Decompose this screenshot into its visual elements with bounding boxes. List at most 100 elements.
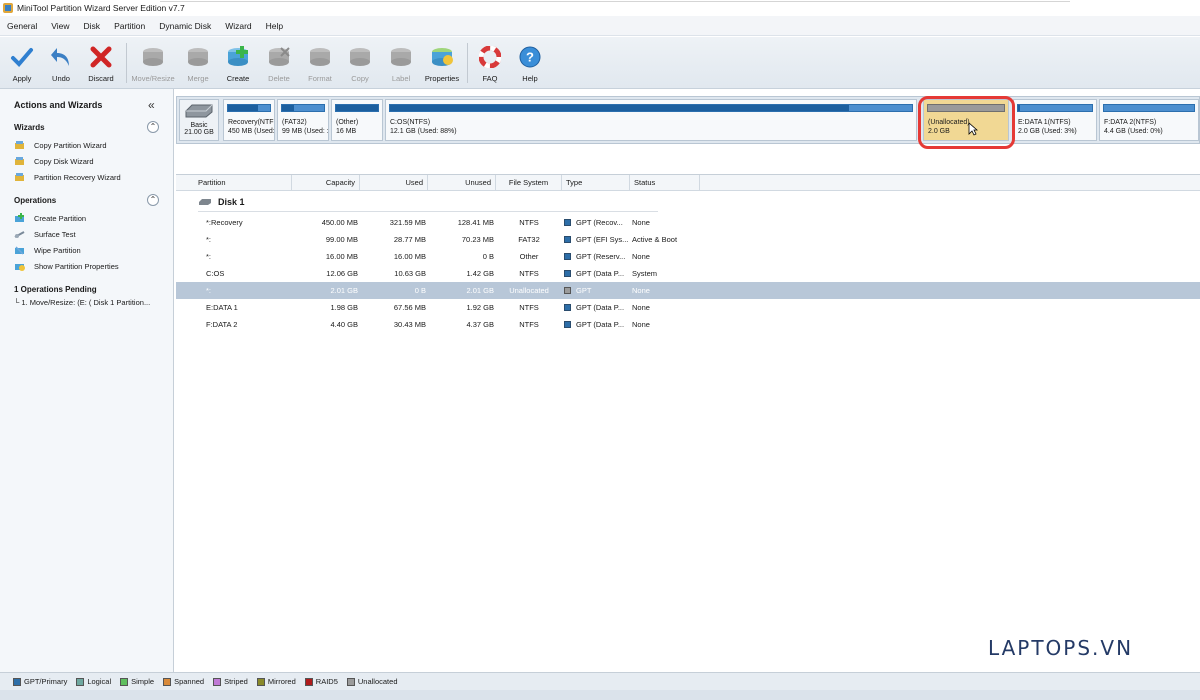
table-row[interactable]: E:DATA 1 1.98 GB 67.56 MB 1.92 GB NTFS G… <box>176 299 1200 316</box>
disk-type: Basic <box>190 122 208 129</box>
cell-file-system: FAT32 <box>518 235 540 244</box>
sidebar-item-wipe-partition[interactable]: Wipe Partition <box>14 244 81 256</box>
discard-label: Discard <box>88 74 114 83</box>
move-resize-button[interactable]: Move/Resize <box>131 43 175 83</box>
pending-operation-text: 1. Move/Resize: (E: ( Disk 1 Partition..… <box>21 298 151 307</box>
sidebar-item-copy-disk-wizard[interactable]: Copy Disk Wizard <box>14 155 94 167</box>
gpt-type-swatch <box>564 219 571 226</box>
menu-general[interactable]: General <box>0 21 44 31</box>
cell-capacity: 99.00 MB <box>325 235 358 244</box>
partition-usage-bar <box>1103 104 1195 112</box>
cell-capacity: 1.98 GB <box>330 303 358 312</box>
table-row[interactable]: *: 99.00 MB 28.77 MB 70.23 MB FAT32 GPT … <box>176 231 1200 248</box>
partition-name: E:DATA 1(NTFS) <box>1018 119 1071 126</box>
partition-detail: 99 MB (Used: : <box>282 128 329 135</box>
cell-status: None <box>632 218 650 227</box>
pending-operation-item[interactable]: └ 1. Move/Resize: (E: ( Disk 1 Partition… <box>14 298 150 307</box>
wizards-collapse-button[interactable]: ⌃ <box>147 121 159 133</box>
menu-partition[interactable]: Partition <box>107 21 152 31</box>
column-header-unused[interactable]: Unused <box>428 175 496 191</box>
cell-capacity: 2.01 GB <box>330 286 358 295</box>
partition-block-recovery[interactable]: Recovery(NTF 450 MB (Used: <box>223 99 275 141</box>
partition-name: Recovery(NTF <box>228 119 274 126</box>
window-bottom-edge <box>0 690 1200 700</box>
cell-capacity: 4.40 GB <box>330 320 358 329</box>
faq-button[interactable]: FAQ <box>468 43 512 83</box>
table-row-selected[interactable]: *: 2.01 GB 0 B 2.01 GB Unallocated GPT N… <box>176 282 1200 299</box>
checkmark-icon <box>8 43 36 71</box>
undo-button[interactable]: Undo <box>39 43 83 83</box>
column-header-used[interactable]: Used <box>360 175 428 191</box>
partition-detail: 2.0 GB (Used: 3%) <box>1018 128 1077 135</box>
highlight-circle <box>918 96 1015 149</box>
format-button[interactable]: Format <box>298 43 342 83</box>
menu-view[interactable]: View <box>44 21 76 31</box>
cell-used: 321.59 MB <box>389 218 426 227</box>
cell-used: 10.63 GB <box>394 269 426 278</box>
table-row[interactable]: F:DATA 2 4.40 GB 30.43 MB 4.37 GB NTFS G… <box>176 316 1200 333</box>
cell-partition: *: <box>206 235 212 244</box>
sidebar-item-partition-recovery-wizard[interactable]: Partition Recovery Wizard <box>14 171 121 183</box>
table-row[interactable]: C:OS 12.06 GB 10.63 GB 1.42 GB NTFS GPT … <box>176 265 1200 282</box>
sidebar-item-show-partition-properties[interactable]: Show Partition Properties <box>14 260 119 272</box>
title-bar: MiniTool Partition Wizard Server Edition… <box>0 0 1200 16</box>
legend-label: GPT/Primary <box>24 677 68 686</box>
sidebar-item-surface-test[interactable]: Surface Test <box>14 228 76 240</box>
menu-dynamic-disk[interactable]: Dynamic Disk <box>152 21 218 31</box>
discard-button[interactable]: Discard <box>79 43 123 83</box>
partition-block-c-os[interactable]: C:OS(NTFS) 12.1 GB (Used: 88%) <box>385 99 917 141</box>
legend-label: Logical <box>87 677 112 686</box>
sidebar-item-label: Surface Test <box>34 229 76 239</box>
menu-disk[interactable]: Disk <box>77 21 108 31</box>
help-button[interactable]: ? Help <box>508 43 552 83</box>
cell-status: None <box>632 303 650 312</box>
partition-name: (Other) <box>336 119 359 126</box>
menu-help[interactable]: Help <box>259 21 290 31</box>
cell-status: System <box>632 269 658 278</box>
format-label: Format <box>308 74 332 83</box>
cell-type: GPT (Data P... <box>576 269 625 278</box>
cell-used: 28.77 MB <box>393 235 426 244</box>
cell-type: GPT (Data P... <box>576 320 625 329</box>
disk-group-row[interactable]: Disk 1 <box>198 197 245 207</box>
column-header-file-system[interactable]: File System <box>496 175 562 191</box>
create-button[interactable]: Create <box>216 43 260 83</box>
column-header-partition[interactable]: Partition <box>194 175 292 191</box>
cell-type: GPT (Data P... <box>576 303 625 312</box>
watermark-logo: LAPTOPS.VN <box>988 636 1134 660</box>
column-header-type[interactable]: Type <box>562 175 630 191</box>
sidebar-item-copy-partition-wizard[interactable]: Copy Partition Wizard <box>14 139 107 151</box>
wizard-wand-icon <box>15 172 24 181</box>
partition-block-e-data-1[interactable]: E:DATA 1(NTFS) 2.0 GB (Used: 3%) <box>1013 99 1097 141</box>
cell-file-system: NTFS <box>519 303 539 312</box>
table-row[interactable]: *: 16.00 MB 16.00 MB 0 B Other GPT (Rese… <box>176 248 1200 265</box>
cell-file-system: Other <box>519 252 539 261</box>
legend-swatch <box>13 677 21 686</box>
partition-used-fill <box>336 105 378 111</box>
menu-wizard[interactable]: Wizard <box>218 21 258 31</box>
sidebar-header: Actions and Wizards <box>14 100 103 110</box>
operations-collapse-button[interactable]: ⌃ <box>147 194 159 206</box>
sidebar-item-create-partition[interactable]: Create Partition <box>14 212 86 224</box>
table-row[interactable]: *:Recovery 450.00 MB 321.59 MB 128.41 MB… <box>176 214 1200 231</box>
cell-capacity: 450.00 MB <box>321 218 358 227</box>
legend-swatch <box>163 677 172 686</box>
collapse-sidebar-icon[interactable]: « <box>148 98 155 112</box>
partition-block-f-data-2[interactable]: F:DATA 2(NTFS) 4.4 GB (Used: 0%) <box>1099 99 1199 141</box>
disk-map: Basic 21.00 GB Recovery(NTF 450 MB (Used:… <box>176 96 1200 144</box>
properties-button[interactable]: Properties <box>420 43 464 83</box>
label-button[interactable]: Label <box>379 43 423 83</box>
apply-button[interactable]: Apply <box>0 43 44 83</box>
delete-button[interactable]: Delete <box>257 43 301 83</box>
column-header-capacity[interactable]: Capacity <box>292 175 360 191</box>
partition-block-fat32[interactable]: (FAT32) 99 MB (Used: : <box>277 99 329 141</box>
merge-button[interactable]: Merge <box>176 43 220 83</box>
partition-block-other[interactable]: (Other) 16 MB <box>331 99 383 141</box>
column-header-status[interactable]: Status <box>630 175 700 191</box>
partition-usage-bar <box>335 104 379 112</box>
disk-1-basic-block[interactable]: Basic 21.00 GB <box>179 99 219 141</box>
partition-used-fill <box>1018 105 1021 111</box>
copy-button[interactable]: Copy <box>338 43 382 83</box>
undo-label: Undo <box>52 74 70 83</box>
legend-label: RAID5 <box>315 677 338 686</box>
